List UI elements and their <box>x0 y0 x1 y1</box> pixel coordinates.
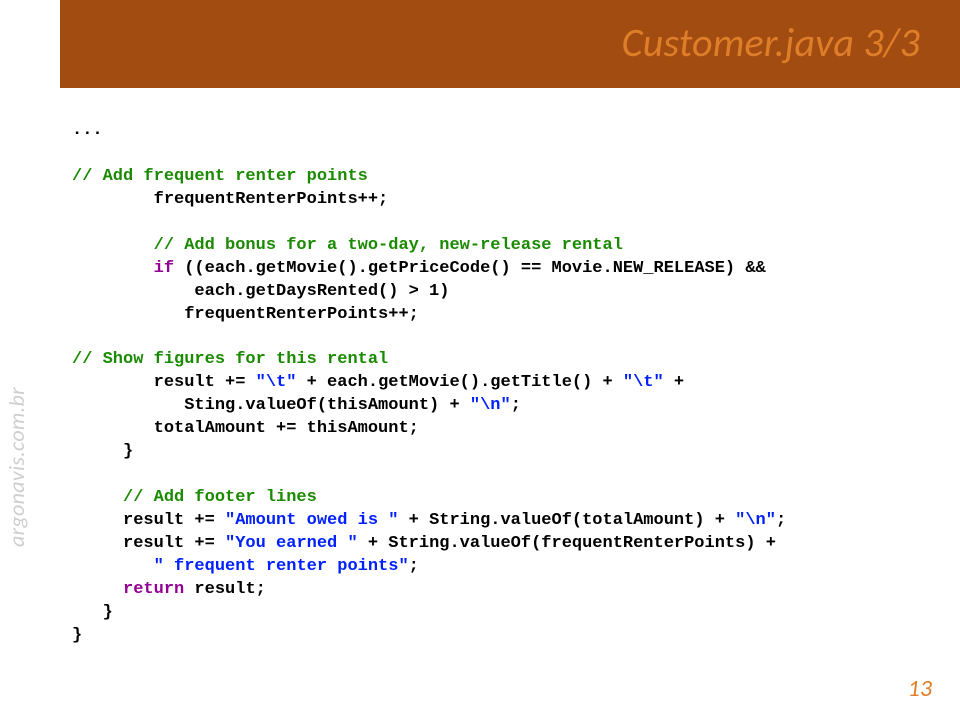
code: ; <box>511 396 521 415</box>
code: result += <box>72 373 256 392</box>
string: " frequent renter points" <box>154 557 409 576</box>
code: ((each.getMovie().getPriceCode() == Movi… <box>174 259 766 278</box>
string: "\n" <box>735 511 776 530</box>
string: "\n" <box>470 396 511 415</box>
code: each.getDaysRented() > 1) <box>72 282 449 301</box>
comment: // Show figures for this rental <box>72 350 388 369</box>
code: result += <box>72 534 225 553</box>
string: "\t" <box>256 373 297 392</box>
string: "\t" <box>623 373 664 392</box>
code: frequentRenterPoints++; <box>72 190 388 209</box>
string: "You earned " <box>225 534 358 553</box>
code: totalAmount += thisAmount; <box>72 419 419 438</box>
code: + <box>664 373 684 392</box>
code: ... <box>72 121 103 140</box>
page-title: Customer.java 3/3 <box>622 18 920 67</box>
code: + each.getMovie().getTitle() + <box>296 373 622 392</box>
code: } <box>72 442 133 461</box>
code: + String.valueOf(frequentRenterPoints) + <box>358 534 776 553</box>
code: Sting.valueOf(thisAmount) + <box>72 396 470 415</box>
code: ; <box>409 557 419 576</box>
code: result; <box>184 580 266 599</box>
string: "Amount owed is " <box>225 511 398 530</box>
comment: // Add frequent renter points <box>72 167 368 186</box>
keyword: return <box>123 580 184 599</box>
code <box>72 580 123 599</box>
code <box>72 557 154 576</box>
watermark: argonavis.com.br <box>3 387 30 547</box>
code: } <box>72 626 82 645</box>
keyword: if <box>154 259 174 278</box>
code: ; <box>776 511 786 530</box>
code-block: ... // Add frequent renter points freque… <box>72 120 940 648</box>
page-number: 13 <box>908 674 932 703</box>
comment: // Add footer lines <box>72 488 317 507</box>
code: result += <box>72 511 225 530</box>
code: } <box>72 603 113 622</box>
comment: // Add bonus for a two-day, new-release … <box>72 236 623 255</box>
code <box>72 259 154 278</box>
code: + String.valueOf(totalAmount) + <box>398 511 735 530</box>
code: frequentRenterPoints++; <box>72 305 419 324</box>
